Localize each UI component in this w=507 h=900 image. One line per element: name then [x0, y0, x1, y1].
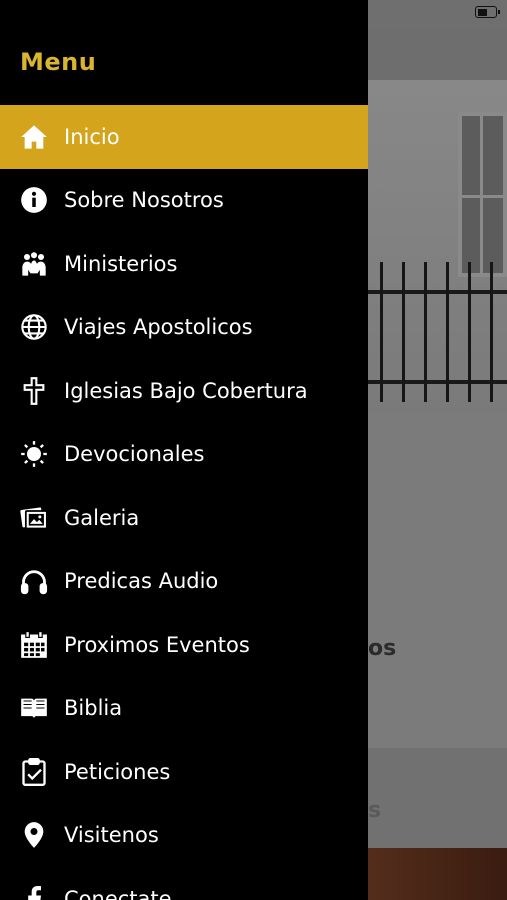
home-icon	[19, 122, 49, 152]
menu-item-label: Iglesias Bajo Cobertura	[64, 378, 308, 403]
menu-list: Inicio Sobre Nosotros Ministerios Viajes Ap…	[0, 105, 368, 900]
battery-icon	[475, 6, 500, 18]
menu-item-label: Visitenos	[64, 823, 159, 848]
menu-item-devocionales[interactable]: Devocionales	[0, 423, 368, 487]
building-window	[458, 112, 507, 277]
menu-item-label: Biblia	[64, 696, 123, 721]
clipboard-icon	[19, 757, 49, 787]
menu-item-ministerios[interactable]: Ministerios	[0, 232, 368, 296]
gallery-icon	[19, 503, 49, 533]
menu-item-label: Viajes Apostolicos	[64, 315, 253, 340]
menu-item-peticiones[interactable]: Peticiones	[0, 740, 368, 804]
cross-icon	[19, 376, 49, 406]
sun-icon	[19, 439, 49, 469]
people-icon	[19, 249, 49, 279]
background-band-text: s	[368, 798, 382, 823]
menu-item-label: Inicio	[64, 124, 120, 149]
menu-item-inicio[interactable]: Inicio	[0, 105, 368, 169]
book-icon	[19, 693, 49, 723]
menu-item-label: Sobre Nosotros	[64, 188, 224, 213]
headphones-icon	[19, 566, 49, 596]
menu-title: Menu	[20, 48, 97, 76]
menu-item-iglesias-bajo-cobertura[interactable]: Iglesias Bajo Cobertura	[0, 359, 368, 423]
menu-item-visitenos[interactable]: Visitenos	[0, 804, 368, 868]
globe-icon	[19, 312, 49, 342]
menu-item-label: Conectate	[64, 886, 172, 900]
menu-item-label: Peticiones	[64, 759, 171, 784]
background-heading: os	[368, 636, 397, 661]
menu-item-label: Galeria	[64, 505, 140, 530]
menu-item-label: Ministerios	[64, 251, 178, 276]
menu-item-biblia[interactable]: Biblia	[0, 677, 368, 741]
calendar-icon	[19, 630, 49, 660]
menu-item-sobre-nosotros[interactable]: Sobre Nosotros	[0, 169, 368, 233]
menu-item-label: Devocionales	[64, 442, 205, 467]
menu-item-predicas-audio[interactable]: Predicas Audio	[0, 550, 368, 614]
menu-item-galeria[interactable]: Galeria	[0, 486, 368, 550]
menu-item-proximos-eventos[interactable]: Proximos Eventos	[0, 613, 368, 677]
menu-item-conectate[interactable]: Conectate	[0, 867, 368, 900]
menu-item-label: Predicas Audio	[64, 569, 219, 594]
info-icon	[19, 185, 49, 215]
location-pin-icon	[19, 820, 49, 850]
menu-item-label: Proximos Eventos	[64, 632, 250, 657]
navigation-drawer: Menu Inicio Sobre Nosotros Ministerios Viaj…	[0, 0, 368, 900]
menu-item-viajes-apostolicos[interactable]: Viajes Apostolicos	[0, 296, 368, 360]
facebook-icon	[19, 884, 49, 900]
